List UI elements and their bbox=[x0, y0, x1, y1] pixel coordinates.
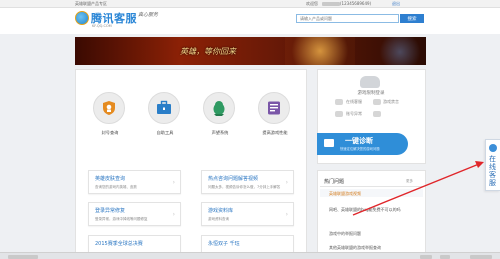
divider bbox=[320, 186, 423, 187]
panel-item-online-service[interactable]: 在线客服 bbox=[346, 99, 362, 105]
tile-title: 游戏资料库 bbox=[208, 208, 234, 214]
tile-title: 2015赛季全球总决赛 bbox=[95, 241, 143, 247]
warning-icon bbox=[335, 111, 343, 117]
panel-item-account-abnormal[interactable]: 账号异常 bbox=[346, 111, 362, 117]
banner-text: 英雄，等你回来 bbox=[180, 47, 236, 56]
shield-icon bbox=[360, 76, 380, 88]
chevron-right-icon: › bbox=[285, 211, 288, 218]
logo-icon[interactable] bbox=[75, 11, 89, 25]
tool-label: 声望系统 bbox=[211, 130, 229, 135]
tool-label: 提高游戏性能 bbox=[262, 130, 288, 135]
hot-item[interactable]: 游戏中的举报问题 bbox=[329, 231, 361, 237]
tile-hero-skin-query[interactable]: 英雄皮肤查询 查询您的游戏内英雄、皮肤 › bbox=[88, 170, 181, 194]
tile-game-database[interactable]: 游戏资料库 游戏资料查询 › bbox=[201, 202, 294, 226]
banner-glow-secondary bbox=[375, 37, 425, 65]
search-button[interactable]: 搜索 bbox=[400, 14, 424, 23]
taskbar-item[interactable] bbox=[440, 255, 450, 259]
hot-item[interactable]: 网吧、英雄联盟的bug能免费不可以的吗 bbox=[329, 207, 421, 213]
online-service-float-tab[interactable]: 在线客服 bbox=[485, 139, 500, 191]
hot-item[interactable]: 英雄联盟游戏视频 bbox=[329, 191, 361, 197]
tile-subtitle: 游戏资料查询 bbox=[208, 217, 229, 221]
top-bar: 英雄联盟产品专区 欢迎您 (12345689649) 退出 bbox=[0, 0, 500, 8]
heart-icon bbox=[373, 111, 381, 117]
tool-label: 封号查询 bbox=[101, 130, 119, 135]
diagnose-subtitle: 快速定位解决您的游戏问题 bbox=[340, 147, 380, 151]
welcome-text: 欢迎您 bbox=[306, 1, 318, 6]
tile-title: 永恒双子 千珏 bbox=[208, 241, 240, 247]
search-input[interactable] bbox=[296, 14, 399, 23]
site-logo-url: KF.QQ.COM bbox=[92, 24, 112, 28]
tool-label: 自助工具 bbox=[156, 130, 174, 135]
more-link[interactable]: 更多 bbox=[406, 179, 413, 184]
gauge-icon bbox=[268, 101, 280, 115]
chat-icon bbox=[489, 144, 497, 152]
chevron-right-icon: › bbox=[172, 211, 175, 218]
tile-subtitle: 问题太多，视频告诉你怎么做，7分钟上手解答 bbox=[208, 185, 281, 189]
hero-banner[interactable]: 英雄，等你回来 bbox=[75, 37, 426, 65]
shield-badge-icon bbox=[103, 101, 115, 115]
logout-link[interactable]: 退出 bbox=[392, 1, 400, 7]
taskbar-item[interactable] bbox=[420, 255, 432, 259]
banner-glow bbox=[285, 37, 355, 65]
mute-icon bbox=[373, 99, 381, 105]
tile-hot-video[interactable]: 热点咨询问题解答视频 问题太多，视频告诉你怎么做，7分钟上手解答 › bbox=[201, 170, 294, 194]
product-zone-link[interactable]: 英雄联盟产品专区 bbox=[75, 1, 107, 7]
tile-login-repair[interactable]: 登录异常修复 登录异常，游戏中掉线等问题修复 › bbox=[88, 202, 181, 226]
service-icon bbox=[335, 99, 343, 105]
panel-item-mute[interactable]: 游戏禁言 bbox=[383, 99, 399, 105]
taskbar-item[interactable] bbox=[8, 255, 38, 259]
one-click-diagnose-button[interactable]: 一键诊断 快速定位解决您的游戏问题 bbox=[317, 133, 408, 155]
float-tab-label: 在线客服 bbox=[489, 155, 496, 187]
hot-questions-title: 热门问题 bbox=[324, 179, 345, 185]
toolbox-icon bbox=[157, 100, 171, 114]
tile-subtitle: 查询您的游戏内英雄、皮肤 bbox=[95, 185, 137, 189]
chevron-right-icon: › bbox=[172, 179, 175, 186]
tile-title: 热点咨询问题解答视频 bbox=[208, 176, 259, 182]
tile-title: 英雄皮肤查询 bbox=[95, 176, 126, 182]
username-blurred bbox=[322, 2, 340, 6]
monitor-icon bbox=[324, 139, 334, 147]
taskbar-item[interactable] bbox=[470, 255, 492, 259]
diagnose-title: 一键诊断 bbox=[345, 137, 373, 145]
tile-subtitle: 登录异常，游戏中掉线等问题修复 bbox=[95, 217, 148, 221]
taskbar-strip bbox=[0, 252, 500, 259]
panel-title: 游戏限制登录 bbox=[357, 91, 385, 96]
slogan: 真心服务 bbox=[138, 12, 159, 18]
penguin-icon bbox=[213, 101, 225, 116]
chevron-right-icon: › bbox=[285, 179, 288, 186]
tile-title: 登录异常修复 bbox=[95, 208, 126, 214]
account-number: (12345689649) bbox=[340, 1, 372, 6]
hot-item[interactable]: 其他英雄联盟的游戏举报查询 bbox=[329, 245, 381, 251]
